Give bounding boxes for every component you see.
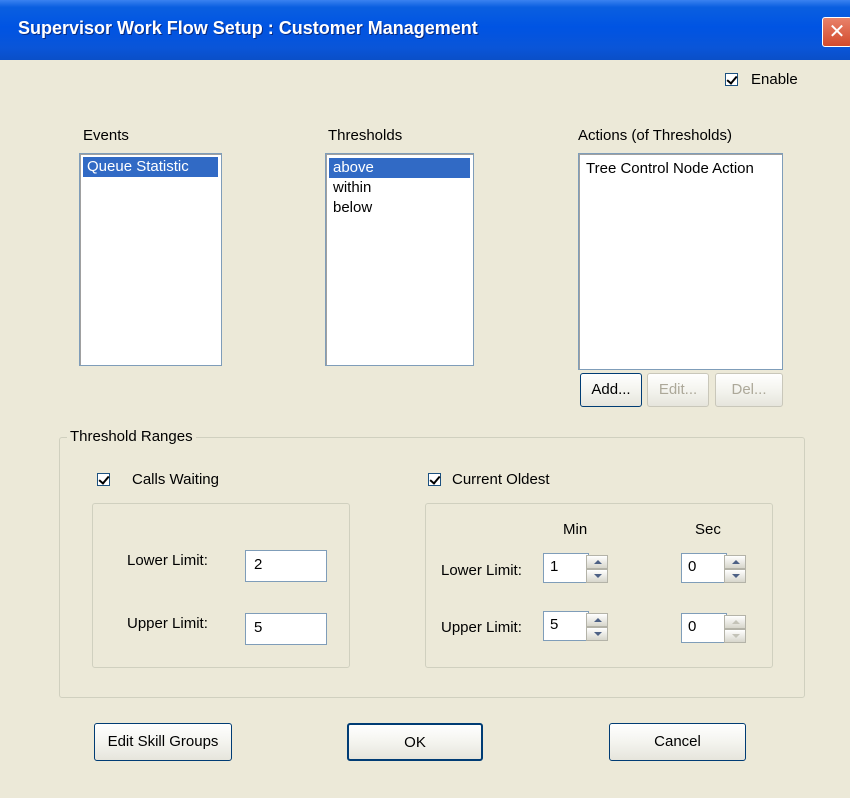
thresholds-item-above[interactable]: above bbox=[329, 158, 470, 178]
upper-sec-spinner[interactable] bbox=[724, 615, 746, 643]
spinner-up-icon[interactable] bbox=[586, 555, 608, 569]
thresholds-heading: Thresholds bbox=[328, 127, 403, 144]
lower-min-input[interactable]: 1 bbox=[543, 553, 589, 583]
thresholds-item-below[interactable]: below bbox=[329, 198, 470, 218]
upper-min-spinner[interactable] bbox=[586, 613, 608, 641]
close-icon: ✕ bbox=[828, 21, 846, 43]
window-title: Supervisor Work Flow Setup : Customer Ma… bbox=[18, 18, 478, 38]
current-oldest-upper-label: Upper Limit: bbox=[441, 619, 522, 636]
add-action-button[interactable]: Add... bbox=[580, 373, 642, 407]
current-oldest-lower-label: Lower Limit: bbox=[441, 562, 522, 579]
spinner-down-icon[interactable] bbox=[724, 569, 746, 583]
spinner-down-icon[interactable] bbox=[724, 629, 746, 643]
thresholds-list[interactable]: above within below bbox=[325, 153, 474, 366]
spinner-up-icon[interactable] bbox=[724, 615, 746, 629]
edit-action-button[interactable]: Edit... bbox=[647, 373, 709, 407]
lower-sec-input[interactable]: 0 bbox=[681, 553, 727, 583]
upper-min-input[interactable]: 5 bbox=[543, 611, 589, 641]
current-oldest-checkbox[interactable] bbox=[428, 473, 441, 486]
spinner-up-icon[interactable] bbox=[586, 613, 608, 627]
lower-min-spinner[interactable] bbox=[586, 555, 608, 583]
close-button[interactable]: ✕ bbox=[822, 17, 850, 47]
delete-action-button[interactable]: Del... bbox=[715, 373, 783, 407]
events-list[interactable]: Queue Statistic bbox=[79, 153, 222, 366]
dialog-window: Supervisor Work Flow Setup : Customer Ma… bbox=[0, 0, 850, 798]
cancel-button[interactable]: Cancel bbox=[609, 723, 746, 761]
actions-heading: Actions (of Thresholds) bbox=[578, 127, 732, 144]
edit-skill-groups-button[interactable]: Edit Skill Groups bbox=[94, 723, 232, 761]
cancel-label: Cancel bbox=[654, 733, 701, 750]
calls-waiting-lower-input[interactable]: 2 bbox=[245, 550, 327, 582]
spinner-down-icon[interactable] bbox=[586, 627, 608, 641]
lower-sec-spinner[interactable] bbox=[724, 555, 746, 583]
add-action-label: Add... bbox=[591, 381, 631, 398]
edit-action-label: Edit... bbox=[658, 381, 698, 398]
current-oldest-label[interactable]: Current Oldest bbox=[452, 471, 550, 488]
sec-header: Sec bbox=[695, 521, 721, 538]
calls-waiting-upper-input[interactable]: 5 bbox=[245, 613, 327, 645]
spinner-up-icon[interactable] bbox=[724, 555, 746, 569]
title-bar[interactable]: Supervisor Work Flow Setup : Customer Ma… bbox=[0, 0, 850, 60]
min-header: Min bbox=[563, 521, 588, 538]
spinner-down-icon[interactable] bbox=[586, 569, 608, 583]
enable-label[interactable]: Enable bbox=[751, 71, 798, 88]
events-heading: Events bbox=[83, 127, 129, 144]
delete-action-label: Del... bbox=[731, 381, 767, 398]
edit-skill-groups-label: Edit Skill Groups bbox=[107, 733, 219, 750]
calls-waiting-label[interactable]: Calls Waiting bbox=[132, 471, 219, 488]
actions-list[interactable]: Tree Control Node Action bbox=[578, 153, 783, 370]
calls-waiting-lower-label: Lower Limit: bbox=[127, 552, 208, 569]
calls-waiting-upper-label: Upper Limit: bbox=[127, 615, 208, 632]
actions-item-tree-control-node-action[interactable]: Tree Control Node Action bbox=[582, 159, 779, 179]
upper-sec-input[interactable]: 0 bbox=[681, 613, 727, 643]
thresholds-item-within[interactable]: within bbox=[329, 178, 470, 198]
threshold-ranges-title: Threshold Ranges bbox=[67, 428, 196, 445]
ok-label: OK bbox=[404, 734, 426, 751]
enable-checkbox[interactable] bbox=[725, 73, 738, 86]
ok-button[interactable]: OK bbox=[347, 723, 483, 761]
events-item-queue-statistic[interactable]: Queue Statistic bbox=[83, 157, 218, 177]
calls-waiting-checkbox[interactable] bbox=[97, 473, 110, 486]
